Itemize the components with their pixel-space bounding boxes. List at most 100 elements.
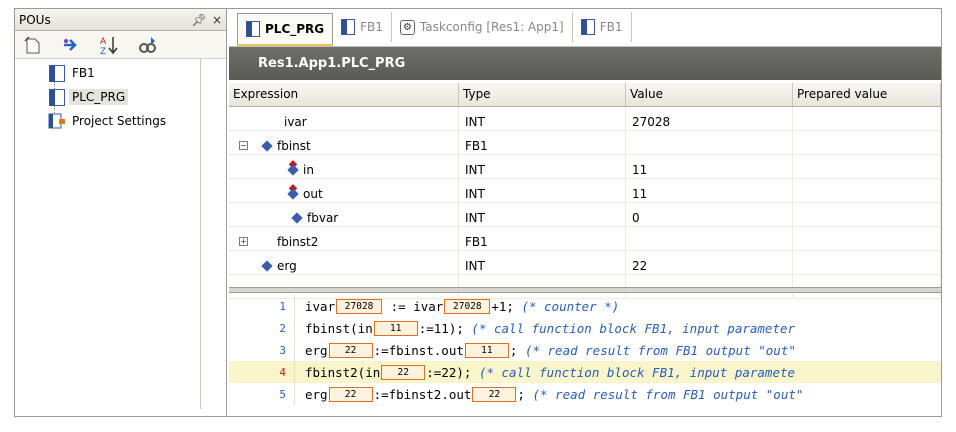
output-variable-icon: [287, 187, 299, 200]
code-comment: (* read result from FB1 output "out": [532, 386, 804, 402]
expression-cell: fbinst: [277, 138, 311, 153]
code-text: := ivar: [383, 298, 444, 314]
tree-item-label: PLC_PRG: [69, 89, 129, 105]
monitor-value-box[interactable]: 11: [373, 320, 418, 336]
pous-panel-header: POUs 📌︎ ×: [15, 9, 226, 31]
tab-label: PLC_PRG: [265, 22, 325, 36]
code-comment: (* call function block FB1, input parame…: [478, 364, 796, 380]
monitor-value-box[interactable]: 22: [328, 386, 373, 402]
type-cell: INT: [465, 162, 485, 177]
table-row[interactable]: erg INT 22: [229, 251, 941, 275]
editor-area: PLC_PRG FB1 ⚙ Taskconfig [Res1: App1] FB…: [229, 9, 941, 416]
expression-cell: ivar: [284, 114, 307, 129]
type-cell: INT: [465, 114, 485, 129]
value-cell: 27028: [632, 114, 671, 129]
code-comment: (* call function block FB1, input parame…: [471, 320, 796, 336]
taskconfig-icon: ⚙: [399, 19, 415, 35]
column-header-type[interactable]: Type: [459, 83, 626, 106]
watch-table-header: Expression Type Value Prepared value: [229, 83, 941, 107]
collapse-icon[interactable]: −: [239, 141, 248, 150]
table-row[interactable]: in INT 11: [229, 155, 941, 179]
monitor-value-box[interactable]: 22: [472, 386, 517, 402]
code-text: +1;: [491, 298, 522, 314]
table-row[interactable]: out INT 11: [229, 179, 941, 203]
watch-table: Expression Type Value Prepared value iva…: [229, 83, 941, 299]
pin-icon[interactable]: 📌︎: [190, 13, 208, 27]
code-line[interactable]: 1 ivar 27028 := ivar 27028 +1; (* counter *…: [229, 295, 941, 317]
tree-item-label: FB1: [72, 66, 95, 80]
type-cell: FB1: [465, 234, 488, 249]
pou-icon: [246, 21, 260, 37]
column-header-expression[interactable]: Expression: [229, 83, 459, 106]
tab-label: FB1: [599, 20, 623, 34]
tab-plc-prg[interactable]: PLC_PRG: [237, 13, 334, 46]
code-text: erg: [305, 342, 328, 358]
code-comment: (* counter *): [521, 298, 620, 314]
table-row[interactable]: fbvar INT 0: [229, 203, 941, 227]
tab-fb1-instance[interactable]: FB1: [573, 12, 632, 42]
line-number: 2: [229, 317, 295, 339]
type-cell: INT: [465, 258, 485, 273]
code-line-current[interactable]: 4 fbinst2(in 22:=22); (* call function bl…: [229, 361, 941, 383]
line-number: 4: [229, 361, 295, 383]
monitor-value-box[interactable]: 11: [464, 342, 509, 358]
code-text: :=11);: [418, 320, 472, 336]
expression-cell: in: [303, 162, 314, 177]
pou-icon: [341, 19, 356, 35]
pane-splitter[interactable]: [229, 287, 941, 293]
expression-cell: erg: [277, 258, 297, 273]
expression-cell: fbinst2: [277, 234, 319, 249]
tab-fb1[interactable]: FB1: [333, 12, 392, 42]
expression-cell: out: [303, 186, 323, 201]
type-cell: FB1: [465, 138, 488, 153]
line-number: 5: [229, 383, 295, 405]
project-settings-icon: [48, 113, 65, 129]
monitor-value-box[interactable]: 27028: [444, 298, 491, 314]
pous-panel: POUs 📌︎ × AZ FB1 PLC_PRG Project Setting…: [15, 9, 227, 416]
move-icon[interactable]: [59, 34, 83, 56]
tab-taskconfig[interactable]: ⚙ Taskconfig [Res1: App1]: [392, 12, 573, 42]
new-object-icon[interactable]: [21, 34, 45, 56]
tab-label: Taskconfig [Res1: App1]: [419, 20, 564, 34]
code-text: fbinst(in: [305, 320, 373, 336]
monitor-value-box[interactable]: 22: [381, 364, 426, 380]
svg-text:Z: Z: [100, 47, 106, 55]
code-text: :=22);: [426, 364, 479, 380]
editor-title-bar: Res1.App1.PLC_PRG: [229, 47, 941, 80]
code-line[interactable]: 2 fbinst(in 11:=11); (* call function blo…: [229, 317, 941, 339]
pous-panel-title: POUs: [19, 12, 51, 27]
tree-item-project-settings[interactable]: Project Settings: [15, 109, 200, 133]
close-panel-button[interactable]: ×: [208, 13, 226, 27]
line-number: 1: [229, 295, 295, 317]
sort-icon[interactable]: AZ: [97, 34, 121, 56]
find-icon[interactable]: [135, 34, 159, 56]
function-block-icon: [49, 64, 65, 82]
code-text: fbinst2(in: [305, 364, 381, 380]
column-header-value[interactable]: Value: [626, 83, 793, 106]
program-icon: [49, 88, 65, 106]
tree-item-fb1[interactable]: FB1: [15, 61, 200, 85]
code-text: :=fbinst2.out: [373, 386, 472, 402]
table-row[interactable]: ivar INT 27028: [229, 107, 941, 131]
editor-tabs: PLC_PRG FB1 ⚙ Taskconfig [Res1: App1] FB…: [229, 9, 941, 47]
code-text: ;: [509, 342, 525, 358]
variable-icon: [261, 139, 273, 152]
table-row[interactable]: + fbinst2 FB1: [229, 227, 941, 251]
value-cell: 22: [632, 258, 648, 273]
pou-icon: [580, 19, 595, 35]
expand-icon[interactable]: +: [239, 237, 248, 246]
pous-toolbar: AZ: [15, 31, 226, 59]
tab-label: FB1: [360, 20, 383, 34]
code-line[interactable]: 5 erg 22:=fbinst2.out 22; (* read result f…: [229, 383, 941, 405]
tree-item-plc-prg[interactable]: PLC_PRG: [15, 85, 200, 109]
column-header-prepared-value[interactable]: Prepared value: [793, 83, 941, 106]
type-cell: INT: [465, 210, 485, 225]
code-editor[interactable]: 1 ivar 27028 := ivar 27028 +1; (* counter *…: [229, 295, 941, 415]
monitor-value-box[interactable]: 27028: [336, 298, 383, 314]
variable-icon: [261, 259, 273, 272]
code-line[interactable]: 3 erg 22:=fbinst.out 11; (* read result fr…: [229, 339, 941, 361]
variable-icon: [291, 211, 303, 224]
code-comment: (* read result from FB1 output "out": [524, 342, 796, 358]
monitor-value-box[interactable]: 22: [328, 342, 373, 358]
table-row[interactable]: − fbinst FB1: [229, 131, 941, 155]
